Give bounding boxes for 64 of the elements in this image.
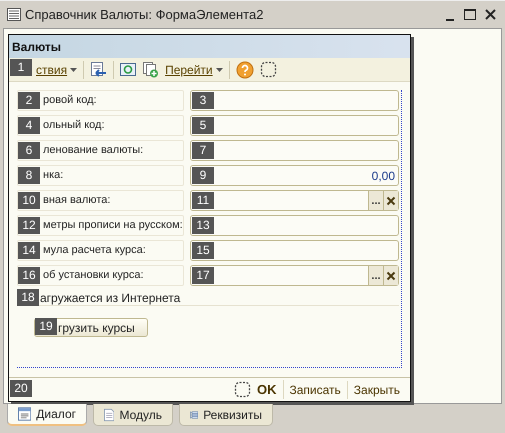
clear-icon[interactable] bbox=[383, 191, 398, 210]
field-label: 14 мула расчета курса: bbox=[17, 240, 184, 261]
input-field[interactable]: 13 bbox=[190, 215, 399, 236]
caret-icon bbox=[70, 68, 78, 72]
document-icon bbox=[104, 408, 114, 422]
copy-add-icon[interactable] bbox=[142, 61, 160, 78]
number-badge: 10 bbox=[18, 192, 40, 209]
field-label: 16 об установки курса: bbox=[17, 265, 184, 286]
tab[interactable]: Реквизиты bbox=[179, 404, 273, 426]
form-icon bbox=[18, 407, 32, 421]
window-icon bbox=[7, 8, 21, 21]
number-badge: 4 bbox=[18, 117, 40, 134]
window-title: Справочник Валюты: ФормаЭлемента2 bbox=[25, 6, 264, 24]
number-badge: 20 bbox=[10, 380, 32, 397]
number-badge: 6 bbox=[18, 142, 40, 159]
number-badge: 18 bbox=[17, 289, 39, 306]
field-label: 4 ольный код: bbox=[17, 115, 184, 136]
number-badge: 7 bbox=[192, 142, 214, 159]
footer-button[interactable]: Закрыть bbox=[354, 380, 406, 398]
field-label: 12 метры прописи на русском: bbox=[17, 215, 184, 236]
field-label: 8 нка: bbox=[17, 165, 184, 186]
tab[interactable]: Диалог bbox=[7, 404, 87, 426]
field-label: 6 ленование валюты: bbox=[17, 140, 184, 161]
number-badge: 19 bbox=[35, 318, 57, 335]
number-badge: 3 bbox=[192, 92, 214, 109]
number-badge: 16 bbox=[18, 267, 40, 284]
number-badge: 13 bbox=[192, 217, 214, 234]
tab[interactable]: Модуль bbox=[93, 404, 173, 426]
form-title: Валюты bbox=[12, 38, 62, 56]
document-arrow-icon[interactable] bbox=[90, 61, 108, 78]
clear-icon[interactable] bbox=[383, 266, 398, 285]
input-field[interactable]: 5 bbox=[190, 115, 399, 136]
input-field[interactable]: 3 bbox=[190, 90, 399, 111]
number-badge: 17 bbox=[192, 267, 214, 284]
number-badge: 9 bbox=[192, 167, 214, 184]
dotted-frame-icon[interactable] bbox=[234, 381, 251, 398]
input-field[interactable]: 15 bbox=[190, 240, 399, 261]
number-badge: 1 bbox=[10, 59, 32, 76]
field-label: 10 вная валюта: bbox=[17, 190, 184, 211]
dotted-frame-icon[interactable] bbox=[260, 61, 277, 78]
select-button[interactable]: ... bbox=[368, 266, 383, 285]
load-rates-button[interactable]: 19 грузить курсы bbox=[34, 318, 148, 337]
caret-icon bbox=[216, 68, 223, 72]
number-badge: 5 bbox=[192, 117, 214, 134]
input-field[interactable]: 9 0,00 bbox=[190, 165, 399, 186]
goto-menu[interactable]: Перейти bbox=[165, 60, 223, 78]
info-label: 18 агружается из Интернета bbox=[17, 290, 399, 306]
number-badge: 8 bbox=[18, 167, 40, 184]
maximize-button[interactable] bbox=[462, 6, 478, 22]
input-field[interactable]: 17 ... bbox=[190, 265, 399, 286]
input-field[interactable]: 7 bbox=[190, 140, 399, 161]
number-badge: 14 bbox=[18, 242, 40, 259]
help-icon[interactable] bbox=[236, 60, 254, 78]
number-badge: 15 bbox=[192, 242, 214, 259]
ok-button[interactable]: OK bbox=[257, 380, 284, 400]
field-value: 0,00 bbox=[372, 168, 396, 184]
field-label: 2 ровой код: bbox=[17, 90, 184, 111]
input-field[interactable]: 11 ... bbox=[190, 190, 399, 211]
actions-menu[interactable]: ствия bbox=[36, 60, 78, 78]
number-badge: 12 bbox=[18, 217, 40, 234]
number-badge: 11 bbox=[192, 192, 214, 209]
select-button[interactable]: ... bbox=[368, 191, 383, 210]
number-badge: 2 bbox=[18, 92, 40, 109]
footer-button[interactable]: Записать bbox=[290, 380, 348, 398]
